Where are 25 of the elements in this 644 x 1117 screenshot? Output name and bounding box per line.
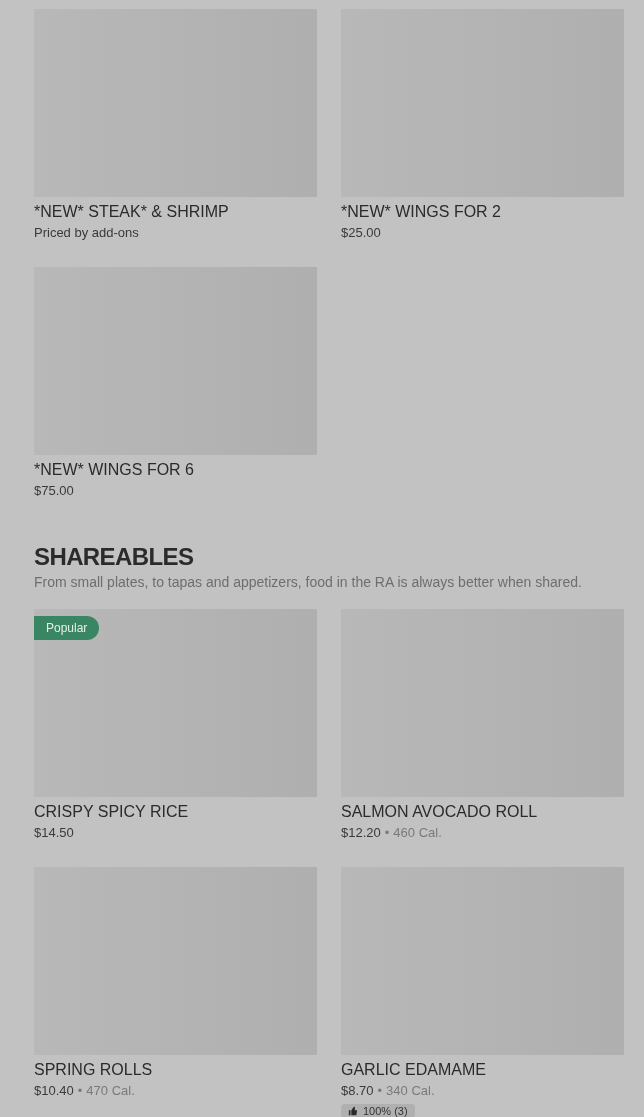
item-name: CRISPY SPICY RICE bbox=[34, 802, 190, 822]
item-calories: 470 Cal. bbox=[86, 1082, 135, 1099]
item-price: $8.70 bbox=[341, 1082, 374, 1099]
item-price: $75.00 bbox=[34, 482, 74, 499]
section-description: From small plates, to tapas and appetizers, food in the RA is always better when shared. bbox=[34, 573, 583, 592]
rating-text: 100% (3) bbox=[363, 1104, 408, 1117]
item-name: SPRING ROLLS bbox=[34, 1060, 154, 1080]
item-calories: 340 Cal. bbox=[386, 1082, 435, 1099]
item-price: $14.50 bbox=[34, 824, 74, 841]
item-name: *NEW* WINGS FOR 2 bbox=[341, 202, 502, 222]
section-heading: SHAREABLES bbox=[34, 542, 195, 572]
separator-dot: • bbox=[384, 824, 390, 841]
item-name: SALMON AVOCADO ROLL bbox=[341, 802, 539, 822]
popular-badge: Popular bbox=[34, 616, 100, 640]
separator-dot: • bbox=[377, 1082, 383, 1099]
item-name: *NEW* STEAK* & SHRIMP bbox=[34, 202, 230, 222]
thumbs-up-icon bbox=[348, 1106, 358, 1116]
item-price: $10.40 bbox=[34, 1082, 74, 1099]
item-price: Priced by add-ons bbox=[34, 224, 139, 241]
item-name: GARLIC EDAMAME bbox=[341, 1060, 487, 1080]
item-price: $25.00 bbox=[341, 224, 381, 241]
item-price: $12.20 bbox=[341, 824, 381, 841]
item-name: *NEW* WINGS FOR 6 bbox=[34, 460, 195, 480]
separator-dot: • bbox=[77, 1082, 83, 1099]
item-calories: 460 Cal. bbox=[393, 824, 442, 841]
